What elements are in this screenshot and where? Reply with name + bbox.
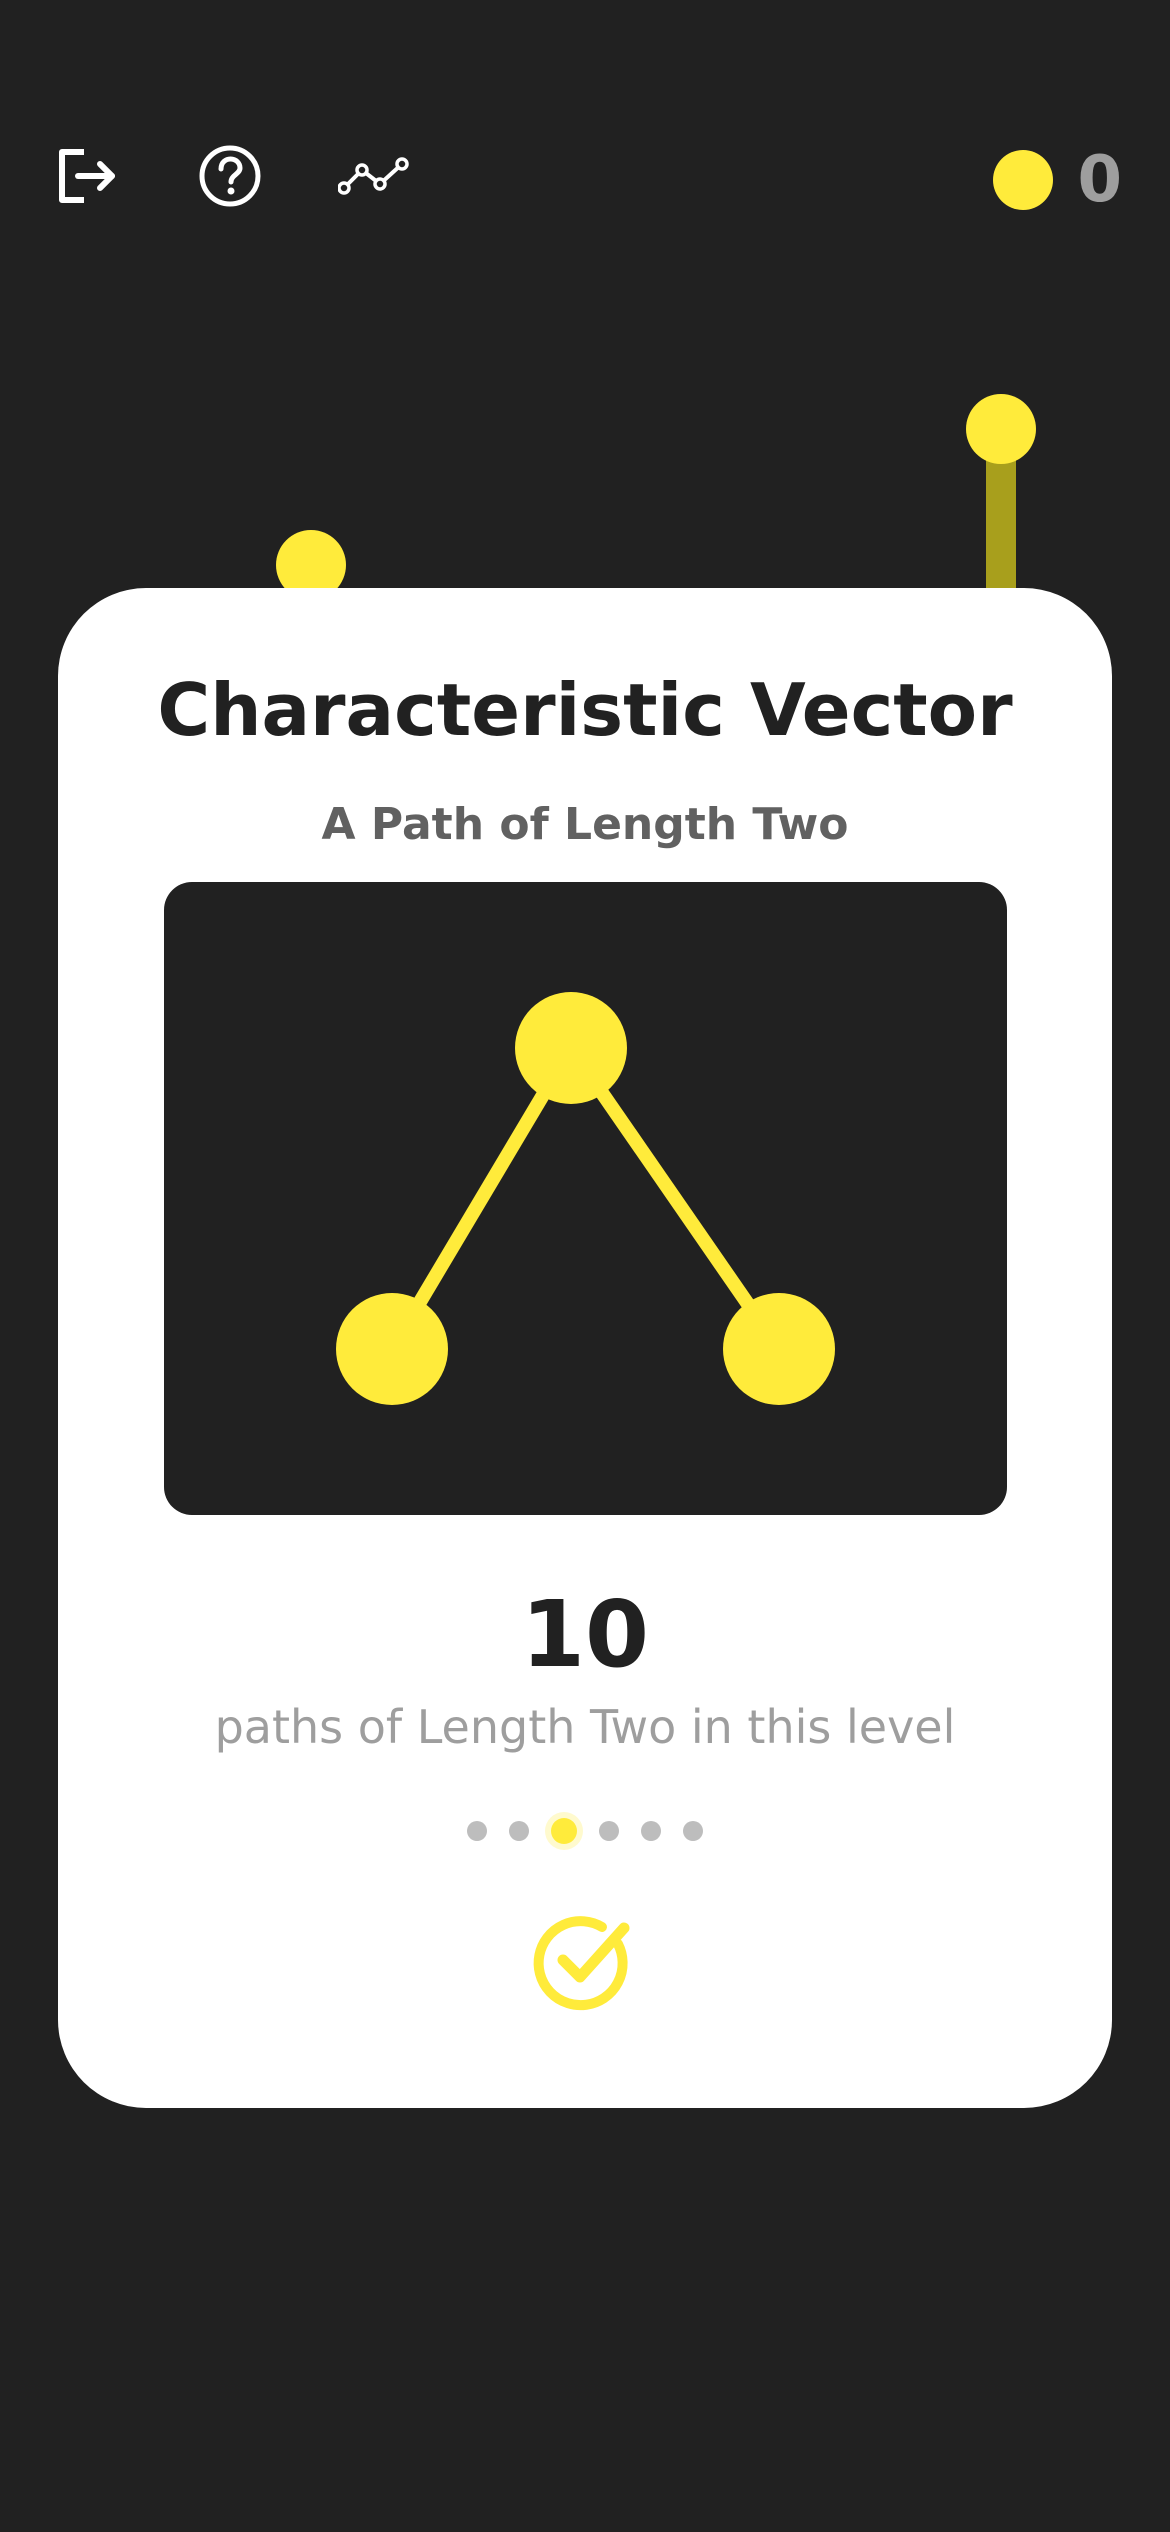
path-count-caption: paths of Length Two in this level [214, 1700, 956, 1754]
pager-dot[interactable] [467, 1821, 487, 1841]
pager-dot-active[interactable] [551, 1818, 577, 1844]
graph-node [336, 1293, 448, 1405]
pager-dot[interactable] [599, 1821, 619, 1841]
graph-node [723, 1293, 835, 1405]
confirm-button[interactable] [530, 1906, 640, 2016]
path-graph [336, 992, 835, 1405]
coin-counter: 0 [993, 140, 1122, 220]
coin-count: 0 [1077, 143, 1122, 217]
stats-button[interactable] [338, 140, 410, 212]
help-icon [199, 145, 261, 207]
board-node [966, 394, 1036, 464]
pager-dot[interactable] [641, 1821, 661, 1841]
check-circle-icon [533, 1916, 630, 2011]
path-count: 10 [520, 1581, 650, 1688]
coin-icon [993, 150, 1054, 210]
card-subtitle: A Path of Length Two [321, 799, 849, 850]
graph-illustration [164, 882, 1007, 1515]
stats-graph-icon [338, 157, 409, 195]
exit-button[interactable] [50, 140, 122, 212]
pager-dot[interactable] [683, 1821, 703, 1841]
exit-icon [59, 149, 115, 203]
graph-node [515, 992, 627, 1104]
pager-dot[interactable] [509, 1821, 529, 1841]
card-title: Characteristic Vector [157, 668, 1013, 752]
help-button[interactable] [194, 140, 266, 212]
page-indicator [0, 1808, 1170, 1854]
